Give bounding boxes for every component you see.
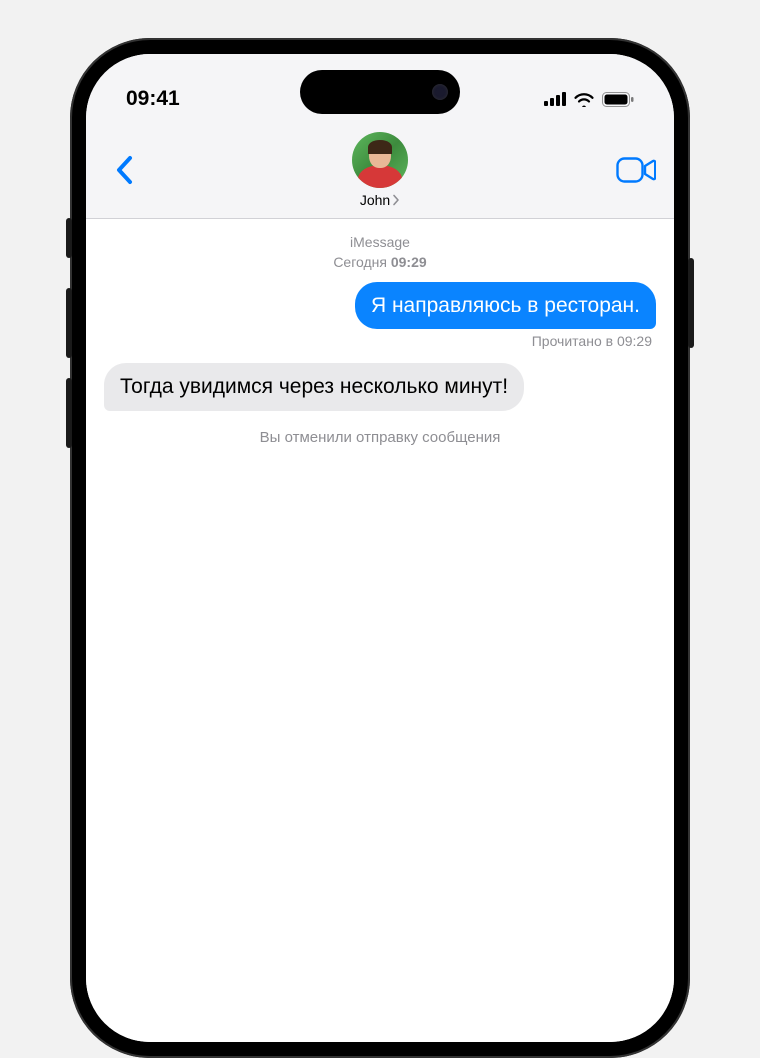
contact-info[interactable]: John [352, 132, 408, 208]
front-camera-icon [432, 84, 448, 100]
volume-down-button[interactable] [66, 378, 72, 448]
back-button[interactable] [104, 150, 144, 190]
message-row-incoming: Тогда увидимся через несколько минут! [104, 363, 656, 410]
contact-name-row: John [360, 192, 400, 208]
service-label: iMessage [104, 233, 656, 253]
thread-meta: iMessage Сегодня 09:29 [104, 233, 656, 272]
chevron-left-icon [115, 155, 133, 185]
contact-name: John [360, 192, 390, 208]
screen: 09:41 [86, 54, 674, 1042]
chevron-right-icon [392, 194, 400, 206]
dynamic-island [300, 70, 460, 114]
messages-area[interactable]: iMessage Сегодня 09:29 Я направляюсь в р… [86, 219, 674, 1042]
phone-frame: 09:41 [70, 38, 690, 1058]
cellular-signal-icon [544, 92, 566, 106]
status-indicators [544, 91, 634, 107]
mute-switch[interactable] [66, 218, 72, 258]
thread-timestamp: Сегодня 09:29 [104, 253, 656, 273]
volume-up-button[interactable] [66, 288, 72, 358]
message-row-outgoing: Я направляюсь в ресторан. [104, 282, 656, 329]
wifi-icon [573, 91, 595, 107]
video-camera-icon [616, 157, 656, 183]
message-bubble-outgoing[interactable]: Я направляюсь в ресторан. [355, 282, 656, 329]
avatar [352, 132, 408, 188]
power-button[interactable] [688, 258, 694, 348]
battery-icon [602, 92, 634, 107]
facetime-button[interactable] [616, 150, 656, 190]
read-receipt: Прочитано в 09:29 [104, 333, 656, 349]
message-bubble-incoming[interactable]: Тогда увидимся через несколько минут! [104, 363, 524, 410]
status-time: 09:41 [126, 87, 180, 111]
nav-header: John [86, 124, 674, 219]
unsend-notice: Вы отменили отправку сообщения [104, 429, 656, 446]
